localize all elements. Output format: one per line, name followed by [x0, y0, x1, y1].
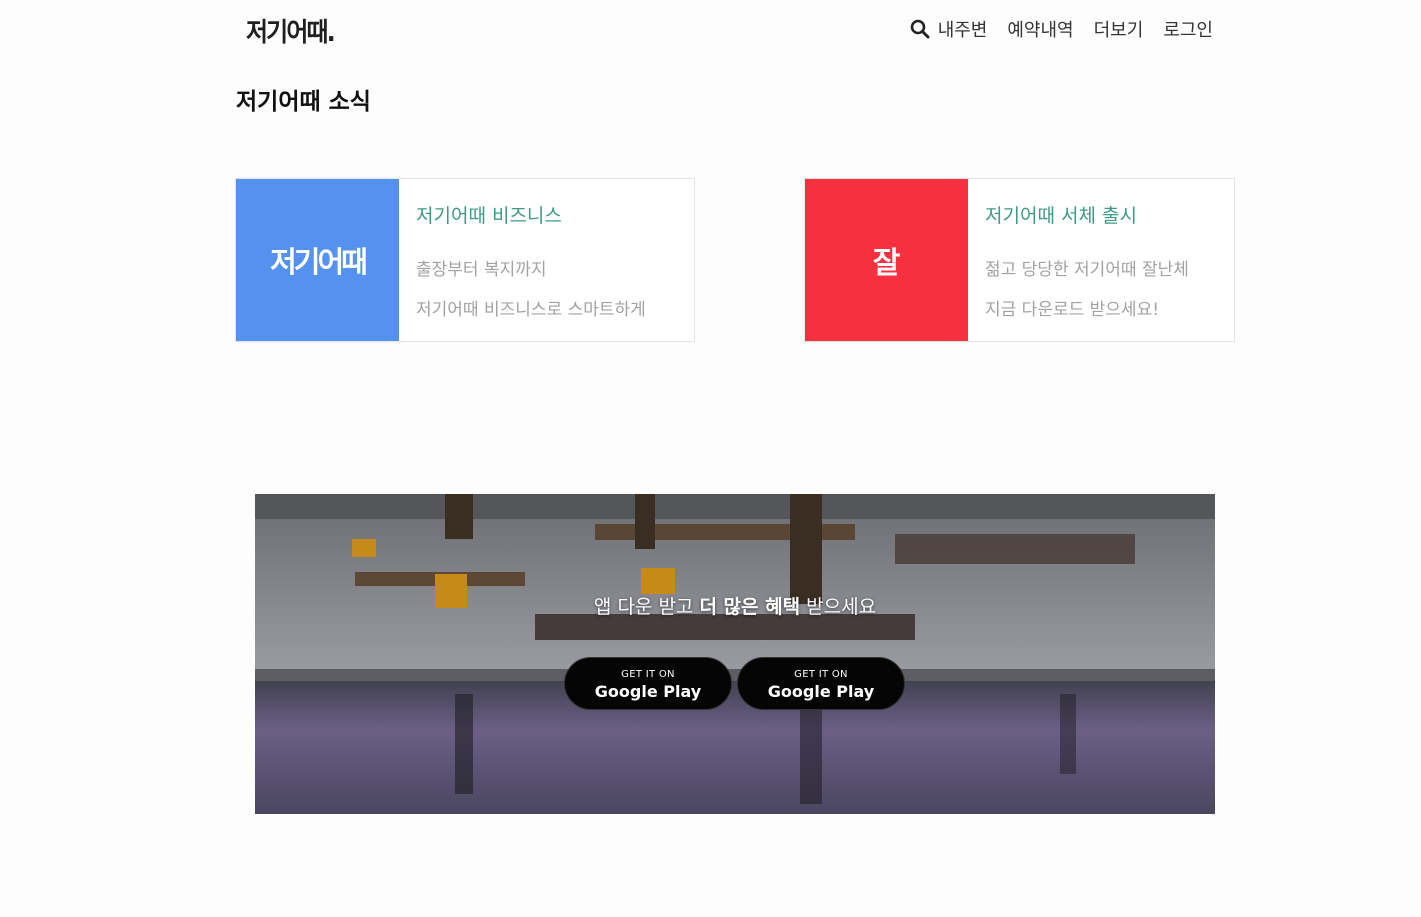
nav-nearby[interactable]: 내주변 — [938, 16, 988, 42]
section-title: 저기어때 소식 — [236, 89, 371, 115]
app-download-banner: 앱 다운 받고 더 많은 혜택 받으세요 GET IT ON Google Pl… — [255, 494, 1215, 814]
banner-text: 앱 다운 받고 더 많은 혜택 받으세요 — [255, 592, 1215, 619]
store-button-small-label: GET IT ON — [621, 669, 675, 680]
top-header: 저기어때. 내주변 예약내역 더보기 로그인 — [0, 0, 1421, 58]
card-desc-line: 젊고 당당한 저기어때 잘난체 — [985, 260, 1189, 280]
banner-text-suffix: 받으세요 — [800, 596, 877, 618]
main-nav: 내주변 예약내역 더보기 로그인 — [910, 16, 1213, 42]
card-body: 저기어때 서체 출시 젊고 당당한 저기어때 잘난체 지금 다운로드 받으세요! — [968, 179, 1189, 341]
card-thumbnail: 잘 — [805, 179, 968, 341]
card-thumb-text: 잘 — [872, 246, 901, 281]
logo[interactable]: 저기어때. — [246, 12, 336, 49]
search-icon[interactable] — [910, 19, 930, 39]
card-desc-line: 지금 다운로드 받으세요! — [985, 300, 1160, 320]
nav-login[interactable]: 로그인 — [1163, 16, 1213, 42]
news-card-business[interactable]: 저기어때 저기어때 비즈니스 출장부터 복지까지 저기어때 비즈니스로 스마트하… — [235, 178, 695, 342]
card-title: 저기어때 서체 출시 — [985, 205, 1137, 227]
card-title: 저기어때 비즈니스 — [416, 205, 562, 227]
pool-background-image — [255, 494, 1215, 814]
banner-text-prefix: 앱 다운 받고 — [593, 596, 700, 618]
store-button-big-label: Google Play — [594, 682, 702, 701]
nav-more[interactable]: 더보기 — [1094, 16, 1144, 42]
card-thumbnail: 저기어때 — [236, 179, 399, 341]
news-card-font[interactable]: 잘 저기어때 서체 출시 젊고 당당한 저기어때 잘난체 지금 다운로드 받으세… — [804, 178, 1235, 342]
card-desc-line: 저기어때 비즈니스로 스마트하게 — [416, 300, 646, 320]
google-play-button[interactable]: GET IT ON Google Play — [737, 657, 905, 710]
store-button-small-label: GET IT ON — [794, 669, 848, 680]
google-play-button[interactable]: GET IT ON Google Play — [564, 657, 732, 710]
nav-reservations[interactable]: 예약내역 — [1007, 16, 1073, 42]
store-button-big-label: Google Play — [767, 682, 875, 701]
card-body: 저기어때 비즈니스 출장부터 복지까지 저기어때 비즈니스로 스마트하게 — [399, 179, 646, 341]
card-desc-line: 출장부터 복지까지 — [416, 260, 547, 280]
card-thumb-text: 저기어때 — [270, 245, 368, 279]
banner-text-bold: 더 많은 혜택 — [699, 596, 801, 618]
store-buttons: GET IT ON Google Play GET IT ON Google P… — [564, 657, 910, 710]
